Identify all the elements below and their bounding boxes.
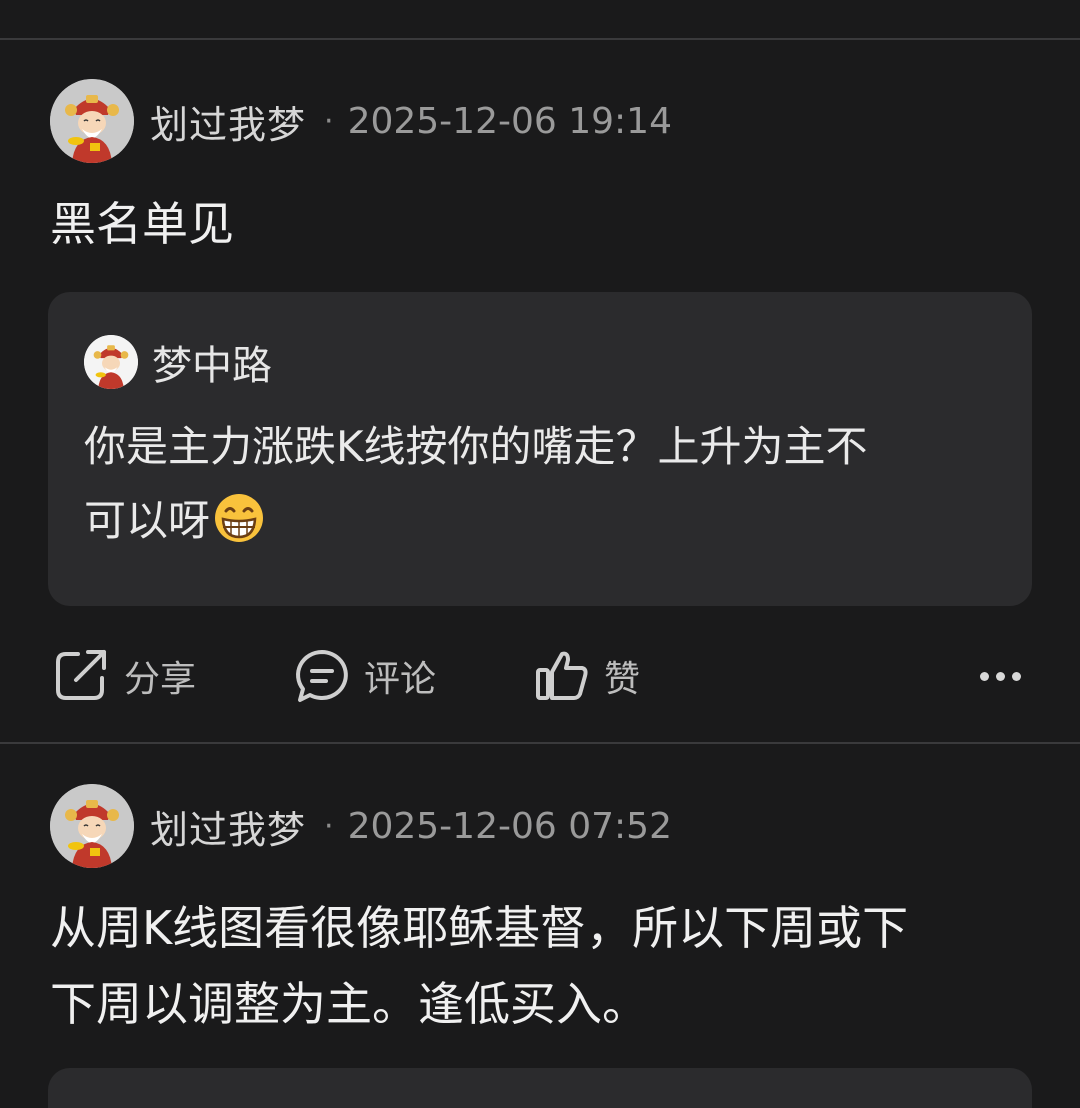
comment-label: 评论: [364, 659, 437, 700]
post-header: 划过我梦 · 2025-12-06 19:14: [50, 78, 672, 164]
quoted-post[interactable]: [48, 1068, 1032, 1108]
more-icon-dot: [996, 672, 1005, 681]
quoted-avatar-image: [84, 335, 138, 389]
avatar-image: [50, 79, 134, 163]
comment-button[interactable]: 评论: [294, 646, 436, 706]
username[interactable]: 划过我梦: [150, 94, 306, 149]
post-actions: 分享 评论 赞: [0, 646, 1080, 706]
more-options-button[interactable]: [976, 654, 1026, 698]
quoted-post-text: 你是主力涨跌K线按你的嘴走？上升为主不 可以呀: [84, 410, 1004, 558]
post-content-line-2: 下周以调整为主。逢低买入。: [50, 977, 648, 1031]
like-button[interactable]: 赞: [534, 646, 640, 706]
quoted-author-avatar[interactable]: [84, 335, 138, 389]
post-content: 从周K线图看很像耶稣基督，所以下周或下 下周以调整为主。逢低买入。: [50, 890, 1040, 1042]
quoted-text-line-1: 你是主力涨跌K线按你的嘴走？上升为主不: [84, 422, 868, 471]
avatar-image: [50, 784, 134, 868]
timestamp: 2025-12-06 07:52: [347, 805, 672, 847]
separator-dot: ·: [324, 808, 334, 844]
post-divider: [0, 742, 1080, 744]
quoted-post-header: 梦中路: [84, 334, 272, 390]
top-divider: [0, 38, 1080, 40]
post-content-line-1: 从周K线图看很像耶稣基督，所以下周或下: [50, 901, 909, 955]
more-icon: [980, 672, 989, 681]
quoted-post[interactable]: 梦中路 你是主力涨跌K线按你的嘴走？上升为主不 可以呀: [48, 292, 1032, 606]
comment-icon: [296, 650, 348, 702]
grinning-face-icon: [215, 494, 264, 542]
quoted-author-name[interactable]: 梦中路: [152, 333, 272, 391]
timestamp: 2025-12-06 19:14: [347, 100, 672, 142]
like-label: 赞: [604, 659, 641, 700]
username[interactable]: 划过我梦: [150, 799, 306, 854]
post-header: 划过我梦 · 2025-12-06 07:52: [50, 783, 672, 869]
share-icon: [56, 650, 106, 700]
avatar[interactable]: [50, 784, 134, 868]
share-label: 分享: [124, 659, 197, 700]
quoted-text-line-2: 可以呀: [84, 496, 211, 545]
post-content: 黑名单见: [50, 197, 234, 251]
share-button[interactable]: 分享: [54, 646, 196, 706]
thumbs-up-icon: [536, 651, 588, 700]
avatar[interactable]: [50, 79, 134, 163]
more-icon-dot: [1012, 672, 1021, 681]
separator-dot: ·: [324, 103, 334, 139]
